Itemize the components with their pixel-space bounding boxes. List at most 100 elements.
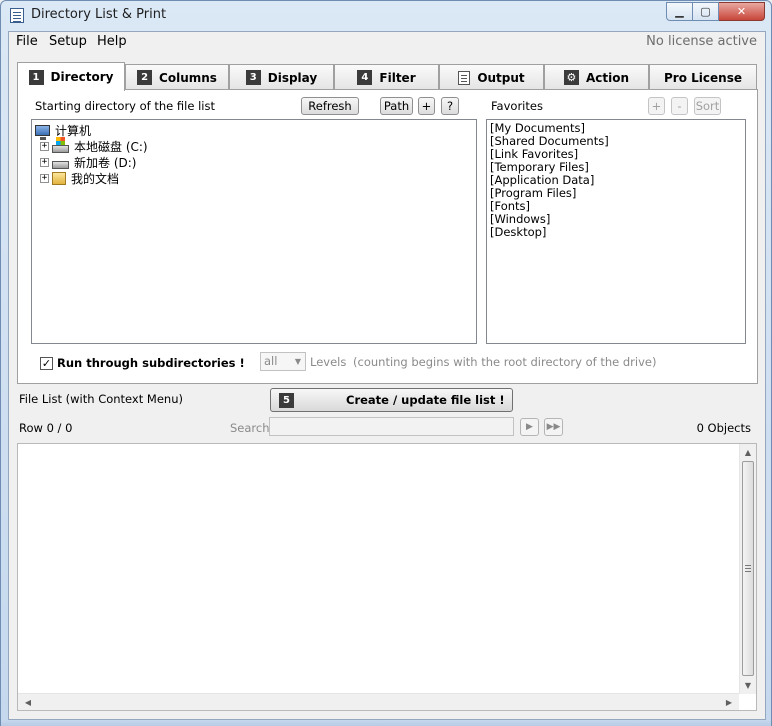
tab-label: Display [267, 70, 318, 85]
tab-label: Pro License [664, 70, 742, 85]
directory-tree[interactable]: 计算机 + 本地磁盘 (C:) + 新加卷 (D:) + 我的文档 [31, 119, 477, 344]
tab-number: 2 [137, 70, 153, 85]
tree-item-drive-d[interactable]: + 新加卷 (D:) [40, 154, 136, 170]
create-file-list-button[interactable]: 5 Create / update file list ! [270, 388, 513, 412]
scroll-left-icon[interactable]: ◀ [20, 694, 36, 710]
favorite-item[interactable]: [Windows] [490, 212, 550, 226]
search-label: Search [230, 421, 270, 435]
step-number: 5 [279, 392, 294, 408]
computer-icon [35, 124, 50, 140]
refresh-button[interactable]: Refresh [301, 97, 359, 115]
tree-item-label: 我的文档 [71, 171, 120, 186]
app-window: Directory List & Print ▁ ▢ ✕ File Setup … [0, 0, 772, 726]
maximize-button[interactable]: ▢ [693, 2, 719, 21]
vertical-scrollbar[interactable]: ▲ ▼ [739, 444, 756, 694]
add-path-button[interactable]: + [418, 97, 435, 115]
tab-label: Directory [50, 70, 114, 84]
levels-label-text: Levels [310, 355, 347, 369]
chevron-down-icon: ▼ [294, 357, 301, 366]
scroll-right-icon[interactable]: ▶ [721, 694, 737, 710]
document-icon [458, 70, 471, 85]
title-bar[interactable]: Directory List & Print ▁ ▢ ✕ [1, 1, 771, 31]
tree-item-drive-c[interactable]: + 本地磁盘 (C:) [40, 137, 148, 154]
menu-bar: File Setup Help No license active [9, 32, 765, 52]
tab-display[interactable]: 3 Display [229, 64, 334, 90]
scroll-thumb[interactable] [742, 461, 754, 676]
subdirectories-checkbox[interactable]: ✓ [40, 357, 53, 370]
window-title: Directory List & Print [31, 7, 167, 22]
find-all-button[interactable]: ▶▶ [544, 418, 563, 436]
grip-icon [745, 565, 751, 572]
help-button[interactable]: ? [441, 97, 459, 115]
menu-file[interactable]: File [16, 34, 38, 49]
window-bottom-border [1, 720, 771, 726]
play-next-icon: ▶ [526, 422, 533, 432]
levels-label: Levels (counting begins with the root di… [310, 355, 656, 369]
row-status: Row 0 / 0 [19, 421, 73, 435]
favorite-item[interactable]: [Desktop] [490, 225, 546, 239]
minimize-icon: ▁ [675, 5, 684, 18]
favorite-item[interactable]: [Program Files] [490, 186, 576, 200]
search-input[interactable] [269, 417, 514, 436]
fast-forward-icon: ▶▶ [546, 422, 561, 432]
starting-directory-label: Starting directory of the file list [35, 99, 215, 113]
favorite-item[interactable]: [Application Data] [490, 173, 594, 187]
close-button[interactable]: ✕ [719, 2, 765, 21]
favorites-add-button[interactable]: + [648, 97, 665, 115]
levels-select[interactable]: all ▼ [260, 352, 306, 371]
objects-count: 0 Objects [696, 421, 751, 435]
window-controls: ▁ ▢ ✕ [666, 2, 765, 21]
gear-icon: ⚙ [563, 70, 579, 85]
levels-value: all [264, 354, 278, 368]
favorite-item[interactable]: [Fonts] [490, 199, 530, 213]
tab-number: 1 [28, 69, 44, 85]
tree-item-documents[interactable]: + 我的文档 [40, 170, 119, 186]
scroll-down-icon[interactable]: ▼ [740, 677, 756, 693]
menu-help[interactable]: Help [97, 34, 127, 49]
tree-item-label: 计算机 [55, 123, 92, 138]
tab-label: Action [585, 70, 630, 85]
tab-label: Filter [379, 70, 416, 85]
close-icon: ✕ [736, 5, 747, 18]
tab-directory[interactable]: 1 Directory [17, 62, 125, 91]
tab-pro-license[interactable]: Pro License [649, 64, 757, 90]
menu-setup[interactable]: Setup [49, 34, 87, 49]
tab-number: 3 [245, 70, 261, 85]
checkmark-icon: ✓ [41, 357, 52, 370]
expand-icon[interactable]: + [40, 173, 49, 183]
tab-columns[interactable]: 2 Columns [125, 64, 229, 90]
favorites-remove-button[interactable]: - [671, 97, 688, 115]
subdirectories-label: Run through subdirectories ! [57, 356, 245, 370]
horizontal-scrollbar[interactable]: ◀ ▶ [18, 693, 739, 710]
create-button-label: Create / update file list ! [346, 393, 505, 407]
tab-label: Columns [159, 70, 217, 85]
favorite-item[interactable]: [My Documents] [490, 121, 585, 135]
drive-d-icon [52, 161, 69, 169]
expand-icon[interactable]: + [40, 141, 49, 151]
directory-panel: Starting directory of the file list Refr… [17, 89, 758, 384]
license-status: No license active [646, 34, 757, 49]
maximize-icon: ▢ [700, 5, 711, 18]
path-button[interactable]: Path [380, 97, 413, 115]
favorite-item[interactable]: [Link Favorites] [490, 147, 578, 161]
levels-note: (counting begins with the root directory… [353, 355, 657, 369]
file-list-title: File List (with Context Menu) [19, 392, 183, 406]
file-list[interactable]: ▲ ▼ ◀ ▶ [17, 443, 757, 711]
find-next-button[interactable]: ▶ [520, 418, 539, 436]
tree-item-label: 本地磁盘 (C:) [74, 139, 148, 154]
favorite-item[interactable]: [Temporary Files] [490, 160, 589, 174]
favorite-item[interactable]: [Shared Documents] [490, 134, 609, 148]
tab-output[interactable]: Output [439, 64, 544, 90]
scroll-up-icon[interactable]: ▲ [740, 444, 756, 460]
tab-filter[interactable]: 4 Filter [334, 64, 439, 90]
favorites-list[interactable]: [My Documents] [Shared Documents] [Link … [486, 119, 746, 344]
tree-item-computer[interactable]: 计算机 [35, 122, 92, 140]
minimize-button[interactable]: ▁ [666, 2, 693, 21]
drive-c-icon [52, 137, 69, 153]
documents-folder-icon [52, 171, 66, 185]
expand-icon[interactable]: + [40, 157, 49, 167]
favorites-sort-button[interactable]: Sort [694, 97, 721, 115]
tab-number: 4 [357, 70, 373, 85]
favorites-label: Favorites [491, 99, 543, 113]
tab-action[interactable]: ⚙ Action [544, 64, 649, 90]
